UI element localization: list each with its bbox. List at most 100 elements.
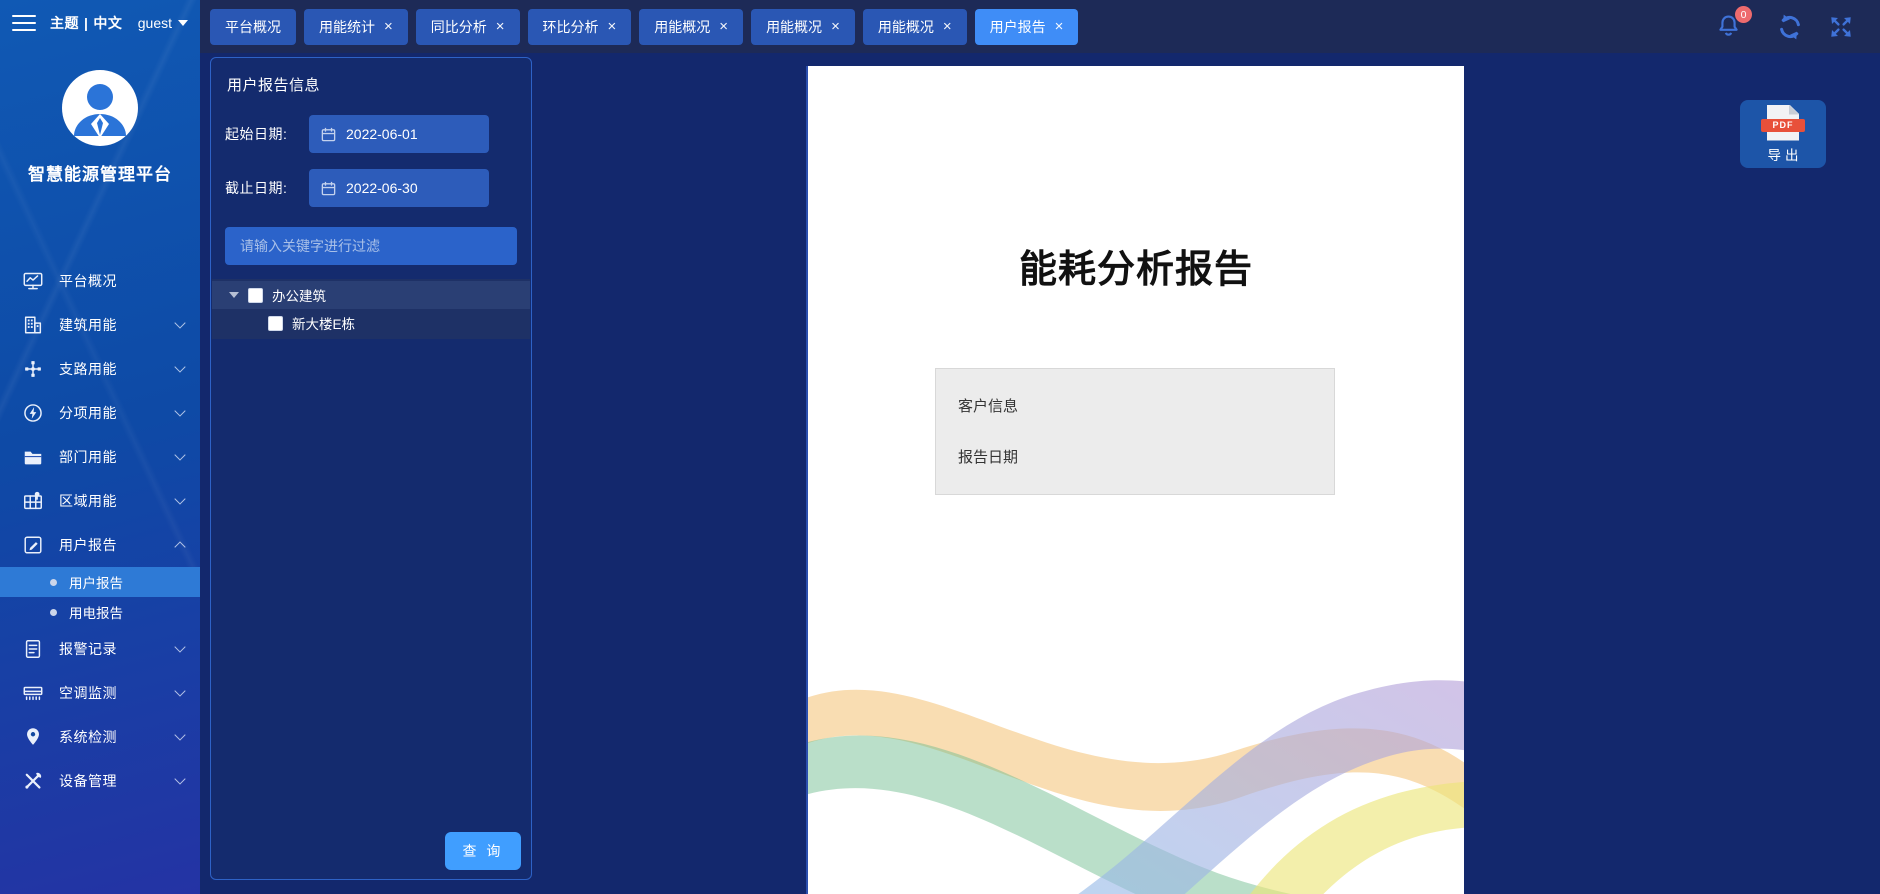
pdf-ribbon-label: PDF [1761,119,1805,132]
chevron-down-icon [174,493,185,504]
sidebar-item-label: 部门用能 [59,447,176,467]
energy-icon [22,402,44,424]
tree-checkbox[interactable] [268,316,283,331]
end-date-label: 截止日期: [225,178,309,198]
report-date-label: 报告日期 [958,446,1312,467]
tree-filter-input[interactable] [225,227,517,265]
export-pdf-button[interactable]: PDF 导出 [1740,100,1826,168]
tree-node-building-e[interactable]: 新大楼E栋 [212,309,530,337]
sidebar-item-label: 建筑用能 [59,315,176,335]
start-date-row: 起始日期: 2022-06-01 [225,115,517,153]
tab[interactable]: 用户报告 × [975,9,1079,45]
sidebar-item-label: 平台概况 [59,271,184,291]
folder-icon [22,446,44,468]
sidebar-item[interactable]: 系统检测 [0,715,200,759]
notifications-button[interactable]: 0 [1715,13,1742,40]
calendar-icon [320,180,337,197]
customer-info-box: 客户信息 报告日期 [935,368,1335,495]
sidebar-item-label: 空调监测 [59,683,176,703]
expand-caret-icon[interactable] [229,292,239,298]
sidebar-item[interactable]: 支路用能 [0,347,200,391]
sidebar-item[interactable]: 用户报告 [0,523,200,567]
menu-toggle-icon[interactable] [12,15,36,31]
customer-info-label: 客户信息 [958,395,1312,416]
tab-label: 平台概况 [225,17,281,37]
tab[interactable]: 环比分析× [528,9,632,45]
theme-label[interactable]: 主题 [50,13,79,33]
platform-title: 智慧能源管理平台 [0,160,200,185]
calendar-icon [320,126,337,143]
sidebar-item-label: 用户报告 [59,535,176,555]
tab[interactable]: 用能概况 × [639,9,743,45]
tab-label: 用能概况 [654,17,710,37]
tree-checkbox[interactable] [248,288,263,303]
tab[interactable]: 用能概况 × [863,9,967,45]
tab-label: 用能统计 [319,17,375,37]
tab-close-icon[interactable]: × [1055,19,1064,34]
chevron-down-icon [174,317,185,328]
branch-icon [22,358,44,380]
end-date-input[interactable]: 2022-06-30 [309,169,489,207]
tab[interactable]: 同比分析 × [416,9,520,45]
sidebar-item-label: 报警记录 [59,639,176,659]
sidebar-item-label: 设备管理 [59,771,176,791]
tab[interactable]: 用能统计 × [304,9,408,45]
sidebar-subitem-label: 用户报告 [69,572,123,592]
chevron-up-icon [174,541,185,552]
tab-close-icon[interactable]: × [496,19,505,34]
sidebar-item-label: 支路用能 [59,359,176,379]
pdf-icon: PDF [1767,105,1799,141]
tab-label: 用户报告 [990,17,1046,37]
topbar: 平台概况用能统计×同比分析×环比分析×用能概况×用能概况×用能概况×用户报告× … [200,0,1880,53]
export-label: 导出 [1764,144,1803,164]
chevron-down-icon [174,729,185,740]
chevron-down-icon [174,685,185,696]
tab-label: 用能概况 [878,17,934,37]
tab-close-icon[interactable]: × [943,19,952,34]
sidebar-item[interactable]: 建筑用能 [0,303,200,347]
sidebar-subitem[interactable]: 用户报告 [0,567,200,597]
sidebar-item[interactable]: 平台概况 [0,259,200,303]
tree-node-office-building[interactable]: 办公建筑 [212,281,530,309]
tools-icon [22,770,44,792]
tree-node-label: 新大楼E栋 [292,313,355,333]
tab-close-icon[interactable]: × [831,19,840,34]
query-button[interactable]: 查 询 [445,832,521,870]
theme-language-switch[interactable]: 主题 | 中文 [50,13,122,33]
language-label[interactable]: 中文 [93,13,122,33]
sidebar-item[interactable]: 空调监测 [0,671,200,715]
sidebar-item[interactable]: 报警记录 [0,627,200,671]
chevron-down-icon [174,773,185,784]
sidebar-item[interactable]: 分项用能 [0,391,200,435]
panel-title: 用户报告信息 [227,74,517,95]
tab-close-icon[interactable]: × [608,19,617,34]
building-icon [22,314,44,336]
tab-close-icon[interactable]: × [384,19,393,34]
sidebar-item[interactable]: 区域用能 [0,479,200,523]
user-menu[interactable]: guest [138,15,188,31]
building-tree: 办公建筑 新大楼E栋 [212,279,530,339]
refresh-button[interactable] [1776,13,1804,41]
tab[interactable]: 用能概况× [751,9,855,45]
username: guest [138,15,172,31]
tab-bar: 平台概况用能统计×同比分析×环比分析×用能概况×用能概况×用能概况×用户报告× [200,9,1715,45]
start-date-input[interactable]: 2022-06-01 [309,115,489,153]
monitor-icon [22,270,44,292]
sidebar-item[interactable]: 部门用能 [0,435,200,479]
tab-label: 同比分析 [431,17,487,37]
pin-icon [22,726,44,748]
sidebar-subitem[interactable]: 用电报告 [0,597,200,627]
tab[interactable]: 平台概况 [210,9,296,45]
fullscreen-button[interactable] [1828,14,1854,40]
tree-node-label: 办公建筑 [272,285,326,305]
sidebar-item-label: 系统检测 [59,727,176,747]
tab-close-icon[interactable]: × [719,19,728,34]
start-date-label: 起始日期: [225,124,309,144]
notification-badge: 0 [1735,6,1752,23]
bullet-icon [50,609,57,616]
sidebar-item[interactable]: 设备管理 [0,759,200,803]
alarm-icon [22,638,44,660]
avatar [62,70,138,146]
map-icon [22,490,44,512]
end-date-row: 截止日期: 2022-06-30 [225,169,517,207]
